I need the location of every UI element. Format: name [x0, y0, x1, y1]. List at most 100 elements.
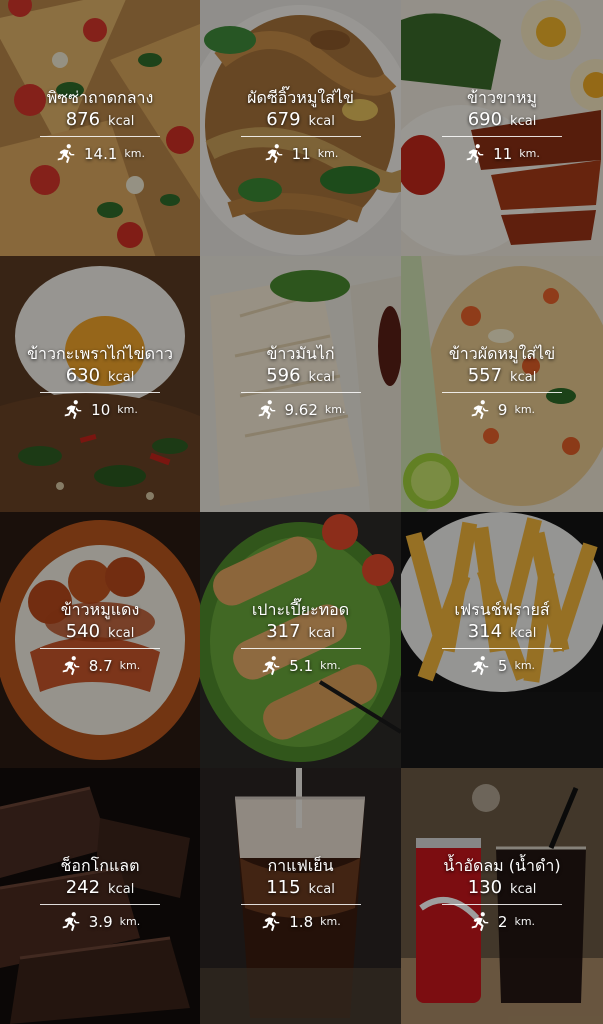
food-info: ข้าวกะเพราไก่ไข่ดาว 630 kcal 10 km.	[0, 344, 200, 421]
calorie-row: 540 kcal	[66, 621, 135, 643]
divider	[240, 391, 361, 393]
food-tile-friedrice: ข้าวผัดหมูใส่ไข่ 557 kcal 9 km.	[401, 256, 603, 512]
calorie-value: 690	[467, 108, 503, 130]
food-info: กาแฟเย็น 115 kcal 1.8 km.	[200, 856, 401, 933]
food-tile-icedcoffee: กาแฟเย็น 115 kcal 1.8 km.	[200, 768, 401, 1024]
distance-unit: km.	[514, 659, 536, 672]
calorie-row: 876 kcal	[66, 109, 135, 131]
divider	[40, 903, 160, 905]
distance-unit: km.	[519, 147, 540, 160]
running-icon	[471, 399, 489, 419]
calorie-value: 130	[467, 876, 503, 898]
food-name: ข้าวมันไก่	[266, 343, 335, 363]
distance-row: 3.9 km.	[60, 911, 140, 933]
calorie-unit: kcal	[308, 369, 335, 385]
divider	[40, 135, 160, 137]
calorie-value: 876	[65, 108, 101, 130]
distance-value: 9	[497, 400, 508, 419]
distance-row: 9 km.	[469, 399, 535, 421]
distance-row: 11 km.	[263, 143, 338, 165]
calorie-unit: kcal	[510, 625, 537, 641]
running-icon	[57, 143, 75, 163]
food-tile-redpork: ข้าวหมูแดง 540 kcal 8.7 km.	[0, 512, 200, 768]
calorie-unit: kcal	[108, 113, 135, 129]
food-name: กาแฟเย็น	[267, 855, 334, 875]
calorie-row: 115 kcal	[266, 877, 335, 899]
calorie-row: 130 kcal	[468, 877, 537, 899]
running-icon	[263, 655, 280, 675]
calorie-row: 314 kcal	[468, 621, 537, 643]
calorie-unit: kcal	[108, 625, 135, 641]
divider	[40, 647, 160, 649]
food-name: เฟรนช์ฟรายส์	[454, 599, 550, 619]
calorie-row: 690 kcal	[468, 109, 537, 131]
distance-value: 5	[497, 656, 508, 675]
food-tile-noodle: ผัดซีอิ๊วหมูใส่ไข่ 679 kcal 11 km.	[200, 0, 401, 256]
distance-unit: km.	[119, 915, 141, 928]
food-tile-fries: เฟรนช์ฟรายส์ 314 kcal 5 km.	[401, 512, 603, 768]
distance-value: 5.1	[289, 656, 314, 675]
divider	[442, 647, 562, 649]
food-name: ข้าวหมูแดง	[60, 599, 140, 619]
distance-unit: km.	[514, 915, 536, 928]
food-info: ข้าวขาหมู 690 kcal 11 km.	[401, 88, 603, 165]
calorie-value: 596	[266, 364, 301, 386]
food-name: ข้าวกะเพราไก่ไข่ดาว	[27, 343, 173, 363]
calorie-unit: kcal	[510, 369, 537, 385]
distance-value: 11	[291, 144, 311, 163]
calorie-row: 679 kcal	[266, 109, 335, 131]
calorie-value: 679	[266, 108, 301, 130]
distance-row: 1.8 km.	[260, 911, 341, 933]
running-icon	[62, 911, 80, 931]
calorie-value: 242	[65, 876, 101, 898]
food-name: พิซซ่าถาดกลาง	[46, 87, 154, 107]
calorie-row: 242 kcal	[66, 877, 135, 899]
food-name: น้ำอัดลม (น้ำดำ)	[443, 855, 561, 875]
distance-value: 1.8	[289, 912, 314, 931]
divider	[240, 647, 361, 649]
food-name: ช็อกโกแลต	[60, 855, 140, 875]
food-name: ข้าวผัดหมูใส่ไข่	[448, 343, 556, 363]
calorie-unit: kcal	[308, 881, 335, 897]
calorie-unit: kcal	[108, 881, 135, 897]
food-info: พิซซ่าถาดกลาง 876 kcal 14.1 km.	[0, 88, 200, 165]
calorie-row: 630 kcal	[66, 365, 135, 387]
food-name: เปาะเปี๊ยะทอด	[251, 599, 350, 619]
food-tile-springroll: เปาะเปี๊ยะทอด 317 kcal 5.1 km.	[200, 512, 401, 768]
distance-unit: km.	[320, 659, 341, 672]
calorie-unit: kcal	[308, 625, 335, 641]
calorie-value: 314	[467, 620, 503, 642]
divider	[240, 135, 361, 137]
calorie-value: 317	[266, 620, 301, 642]
food-name: ผัดซีอิ๊วหมูใส่ไข่	[247, 87, 354, 107]
distance-row: 14.1 km.	[55, 143, 145, 165]
divider	[442, 903, 562, 905]
distance-unit: km.	[514, 403, 536, 416]
running-icon	[471, 655, 489, 675]
food-info: ข้าวมันไก่ 596 kcal 9.62 km.	[200, 344, 401, 421]
food-info: ข้าวผัดหมูใส่ไข่ 557 kcal 9 km.	[401, 344, 603, 421]
distance-value: 2	[497, 912, 508, 931]
running-icon	[466, 143, 484, 163]
distance-value: 14.1	[84, 144, 118, 163]
food-tile-pizza: พิซซ่าถาดกลาง 876 kcal 14.1 km.	[0, 0, 200, 256]
distance-value: 10	[91, 400, 111, 419]
running-icon	[263, 911, 280, 931]
distance-row: 5.1 km.	[260, 655, 341, 677]
food-tile-chocolate: ช็อกโกแลต 242 kcal 3.9 km.	[0, 768, 200, 1024]
food-tile-cola: น้ำอัดลม (น้ำดำ) 130 kcal 2 km.	[401, 768, 603, 1024]
distance-unit: km.	[324, 403, 346, 416]
distance-row: 2 km.	[469, 911, 535, 933]
running-icon	[471, 911, 489, 931]
food-name: ข้าวขาหมู	[467, 87, 537, 107]
distance-unit: km.	[117, 403, 138, 416]
calorie-unit: kcal	[308, 113, 335, 129]
distance-row: 11 km.	[464, 143, 540, 165]
food-info: ข้าวหมูแดง 540 kcal 8.7 km.	[0, 600, 200, 677]
food-info: ช็อกโกแลต 242 kcal 3.9 km.	[0, 856, 200, 933]
distance-value: 11	[493, 144, 513, 163]
running-icon	[64, 399, 82, 419]
calorie-unit: kcal	[510, 881, 537, 897]
calorie-row: 317 kcal	[266, 621, 335, 643]
divider	[442, 135, 562, 137]
